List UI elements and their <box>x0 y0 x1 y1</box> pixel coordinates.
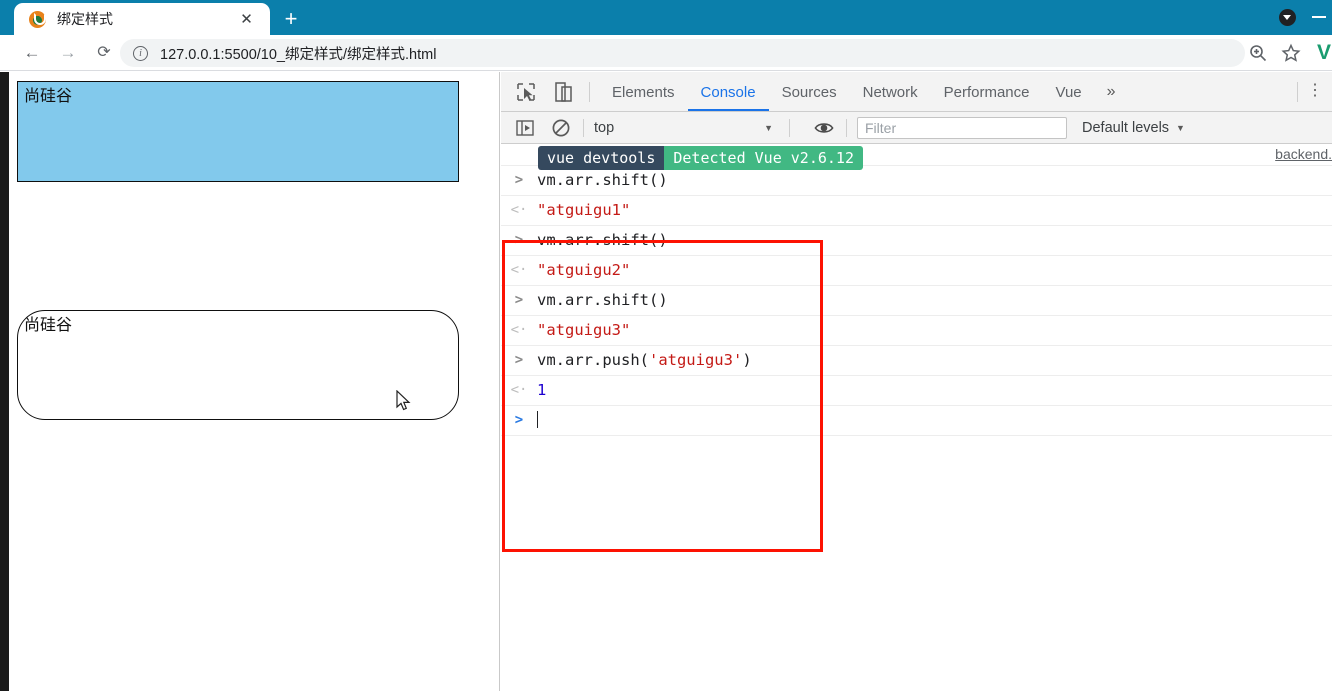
chevron-down-icon: ▼ <box>1176 122 1185 133</box>
vue-favicon-icon <box>29 10 46 28</box>
filterbar-divider-3 <box>846 118 847 137</box>
address-bar[interactable]: i 127.0.0.1:5500/10_绑定样式/绑定样式.html <box>120 39 1245 67</box>
console-command-suffix: ) <box>742 351 752 369</box>
console-input-row[interactable]: > vm.arr.shift() <box>501 226 1332 256</box>
result-arrow-icon: <· <box>510 322 528 338</box>
styled-box-rounded: 尚硅谷 <box>17 310 459 420</box>
browser-titlebar: 绑定样式 ✕ + <box>0 0 1332 35</box>
execution-context-label: top <box>594 119 615 136</box>
console-command: vm.arr.shift() <box>537 291 668 309</box>
vue-devtools-badge-left: vue devtools <box>538 146 665 170</box>
back-button[interactable]: ← <box>20 41 44 65</box>
console-command-string-arg: 'atguigu3' <box>648 351 743 369</box>
clear-console-icon[interactable] <box>549 116 573 140</box>
console-filterbar: top ▼ Filter Default levels ▼ <box>501 112 1332 144</box>
styled-box-basic-label: 尚硅谷 <box>24 86 73 105</box>
devtools-tabbar: Elements Console Sources Network Perform… <box>501 72 1332 112</box>
result-arrow-icon: <· <box>510 262 528 278</box>
browser-toolbar: ← → ⟳ i 127.0.0.1:5500/10_绑定样式/绑定样式.html… <box>0 35 1332 71</box>
log-levels-label: Default levels <box>1082 119 1170 136</box>
browser-window: 绑定样式 ✕ + ← → ⟳ i 127.0.0.1:5500/10_绑定样式/… <box>0 0 1332 691</box>
console-result-row: <· "atguigu3" <box>501 316 1332 346</box>
tab-vue[interactable]: Vue <box>1043 72 1095 111</box>
vue-devtools-badge-right: Detected Vue v2.6.12 <box>664 146 863 170</box>
prompt-arrow-icon: > <box>514 172 524 188</box>
tab-sources[interactable]: Sources <box>769 72 850 111</box>
more-tabs-icon[interactable]: » <box>1095 72 1128 111</box>
console-command: vm.arr.push('atguigu3') <box>537 350 752 371</box>
execution-context-selector[interactable]: top ▼ <box>594 120 779 136</box>
page-viewport: 尚硅谷 尚硅谷 <box>0 72 500 691</box>
console-command: vm.arr.shift() <box>537 171 668 189</box>
styled-box-rounded-label: 尚硅谷 <box>24 315 73 334</box>
address-bar-url: 127.0.0.1:5500/10_绑定样式/绑定样式.html <box>160 46 437 63</box>
toolbar-divider-right <box>1297 82 1298 102</box>
result-arrow-icon: <· <box>510 382 528 398</box>
console-result: "atguigu1" <box>537 201 631 219</box>
tab-elements[interactable]: Elements <box>599 72 688 111</box>
forward-button[interactable]: → <box>56 41 80 65</box>
close-icon[interactable]: ✕ <box>239 12 254 27</box>
text-caret <box>537 411 538 428</box>
bookmark-star-icon[interactable] <box>1281 43 1301 63</box>
vue-extension-icon[interactable]: V <box>1317 42 1331 63</box>
download-icon[interactable] <box>1279 9 1296 26</box>
console-filter-placeholder: Filter <box>865 119 897 136</box>
styled-box-basic: 尚硅谷 <box>17 81 459 182</box>
result-arrow-icon: <· <box>510 202 528 218</box>
console-input-row[interactable]: > vm.arr.shift() <box>501 286 1332 316</box>
console-command-prefix: vm.arr.push( <box>537 351 649 369</box>
vue-devtools-badge: vue devtools Detected Vue v2.6.12 <box>538 146 863 170</box>
reload-button[interactable]: ⟳ <box>92 41 116 65</box>
live-expression-eye-icon[interactable] <box>812 116 836 140</box>
console-result-row: <· "atguigu2" <box>501 256 1332 286</box>
minimize-icon[interactable] <box>1312 16 1326 18</box>
console-source-link[interactable]: backend. <box>1275 146 1332 162</box>
console-sidebar-toggle-icon[interactable] <box>513 116 537 140</box>
console-output: vue devtools Detected Vue v2.6.12 backen… <box>501 144 1332 690</box>
tab-console[interactable]: Console <box>687 72 769 111</box>
zoom-icon[interactable] <box>1248 43 1268 63</box>
devtools-panel: Elements Console Sources Network Perform… <box>501 72 1332 691</box>
console-result: 1 <box>537 381 547 399</box>
tab-performance[interactable]: Performance <box>931 72 1043 111</box>
tab-network[interactable]: Network <box>850 72 931 111</box>
console-result-row: <· 1 <box>501 376 1332 406</box>
console-prompt-input[interactable] <box>537 410 538 431</box>
console-command: vm.arr.shift() <box>537 231 668 249</box>
tab-title: 绑定样式 <box>57 11 113 27</box>
prompt-arrow-icon: > <box>514 292 524 308</box>
inspect-element-icon[interactable] <box>513 79 539 105</box>
console-result: "atguigu2" <box>537 261 631 279</box>
chevron-down-icon: ▼ <box>764 122 773 133</box>
console-result-row: <· "atguigu1" <box>501 196 1332 226</box>
vue-devtools-notice-row: vue devtools Detected Vue v2.6.12 backen… <box>501 144 1332 170</box>
filterbar-divider-2 <box>789 118 790 137</box>
console-input-row[interactable]: > vm.arr.push('atguigu3') <box>501 346 1332 376</box>
filterbar-divider-1 <box>583 118 584 137</box>
new-tab-button[interactable]: + <box>278 6 304 32</box>
prompt-arrow-icon: > <box>514 412 524 428</box>
browser-tab[interactable]: 绑定样式 ✕ <box>14 3 270 35</box>
console-input-row[interactable]: > vm.arr.shift() <box>501 166 1332 196</box>
page-info-icon[interactable]: i <box>133 45 148 61</box>
log-levels-selector[interactable]: Default levels ▼ <box>1082 120 1185 136</box>
prompt-arrow-icon: > <box>514 232 524 248</box>
toolbar-divider <box>589 81 590 102</box>
prompt-arrow-icon: > <box>514 352 524 368</box>
console-prompt-row[interactable]: > <box>501 406 1332 436</box>
console-result: "atguigu3" <box>537 321 631 339</box>
device-toolbar-icon[interactable] <box>551 79 577 105</box>
devtools-menu-icon[interactable]: ⋮ <box>1306 82 1324 100</box>
console-filter-input[interactable]: Filter <box>857 116 1067 139</box>
page-left-gutter <box>0 72 9 691</box>
